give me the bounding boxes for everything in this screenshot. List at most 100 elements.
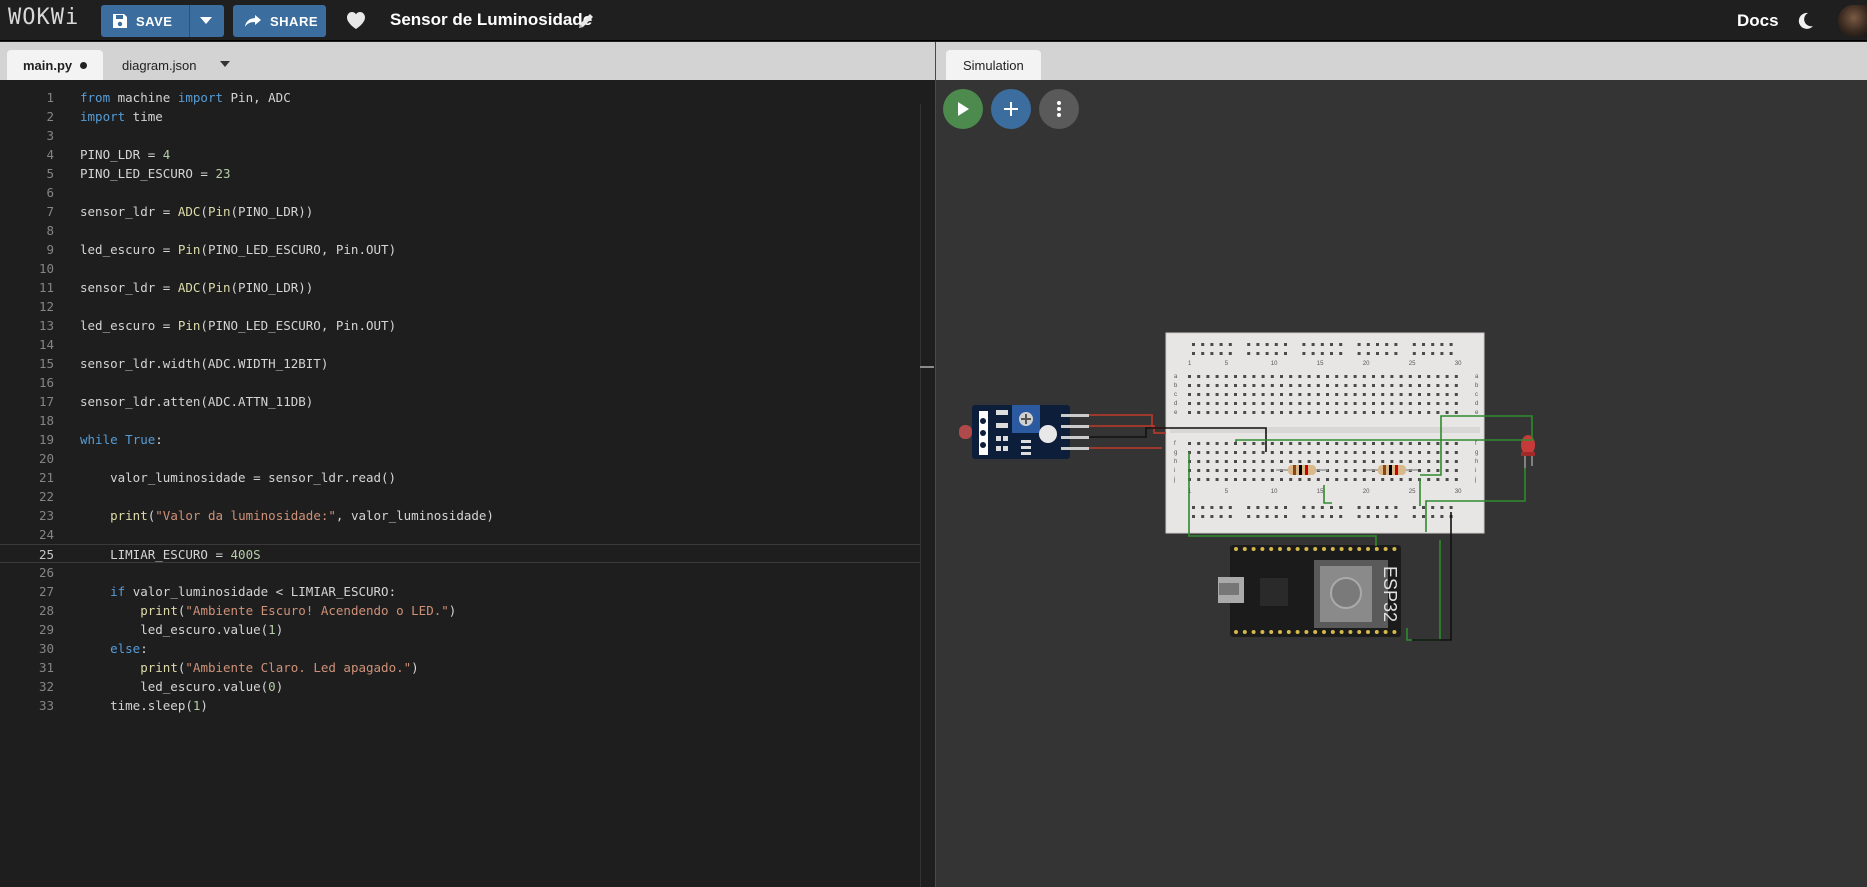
code-line[interactable]: 3 [0,126,920,145]
line-number: 23 [38,508,54,523]
line-number: 15 [38,356,54,371]
code-token: (PINO_LED_ESCURO, Pin.OUT) [200,242,397,257]
code-line[interactable]: 29 led_escuro.value(1) [0,620,920,639]
wokwi-logo[interactable]: WOKWi [8,5,79,30]
code-line[interactable]: 9 led_escuro = Pin(PINO_LED_ESCURO, Pin.O… [0,240,920,259]
code-token: ADC [177,280,201,295]
code-token: led_escuro = [80,318,178,333]
line-number: 8 [46,223,54,238]
tab-simulation[interactable]: Simulation [946,50,1041,80]
code-token: import [177,90,223,105]
scrollbar-position-marker [920,366,934,368]
line-number: 12 [38,299,54,314]
code-line[interactable]: 1 from machine import Pin, ADC [0,88,920,107]
save-button[interactable]: SAVE [101,5,224,37]
line-number: 7 [46,204,54,219]
code-line[interactable]: 7 sensor_ldr = ADC(Pin(PINO_LDR)) [0,202,920,221]
code-token: Pin [177,318,201,333]
line-number: 24 [38,527,54,542]
share-arrow-icon [245,15,261,27]
code-line[interactable]: 24 [0,525,920,544]
code-token: ) [200,698,208,713]
moon-icon[interactable] [1795,11,1815,31]
line-number: 3 [46,128,54,143]
code-line[interactable]: 5 PINO_LED_ESCURO = 23 [0,164,920,183]
code-line[interactable]: 23 print("Valor da luminosidade:", valor… [0,506,920,525]
code-line[interactable]: 17 sensor_ldr.atten(ADC.ATTN_11DB) [0,392,920,411]
code-editor[interactable]: 1 from machine import Pin, ADC 2 import tim… [0,80,935,887]
line-code: print("Ambiente Claro. Led apagado.") [80,658,418,677]
code-line[interactable]: 32 led_escuro.value(0) [0,677,920,696]
code-token: LIMIAR_ESCURO = [80,547,231,562]
code-line[interactable]: 4 PINO_LDR = 4 [0,145,920,164]
code-token: (PINO_LDR)) [230,204,314,219]
code-token: led_escuro.value( [80,622,269,637]
code-line[interactable]: 22 [0,487,920,506]
code-token: led_escuro = [80,242,178,257]
heart-icon[interactable] [345,10,367,30]
code-line[interactable]: 15 sensor_ldr.width(ADC.WIDTH_12BIT) [0,354,920,373]
code-line[interactable]: 6 [0,183,920,202]
tab-main-py[interactable]: main.py [7,50,104,80]
code-token: : [140,641,148,656]
code-line[interactable]: 11 sensor_ldr = ADC(Pin(PINO_LDR)) [0,278,920,297]
breadboard-row-label: h [1174,459,1177,465]
code-line[interactable]: 13 led_escuro = Pin(PINO_LED_ESCURO, Pin.… [0,316,920,335]
code-line[interactable]: 21 valor_luminosidade = sensor_ldr.read(… [0,468,920,487]
line-number: 20 [38,451,54,466]
code-line[interactable]: 12 [0,297,920,316]
line-number: 25 [38,547,54,562]
line-code: while True: [80,430,163,449]
breadboard-column-label: 20 [1363,489,1370,495]
code-line[interactable]: 33 time.sleep(1) [0,696,920,715]
circuit-diagram[interactable]: 1 5 10 15 20 25 301 5 10 15 20 25 30a ab bc cd de ef fg gh h… [936,80,1867,887]
editor-scrollbar[interactable] [920,104,934,887]
code-line[interactable]: 20 [0,449,920,468]
pencil-icon[interactable] [577,12,595,30]
code-line[interactable]: 25 LIMIAR_ESCURO = 400S [0,544,920,563]
line-number: 30 [38,641,54,656]
code-line[interactable]: 14 [0,335,920,354]
code-line[interactable]: 28 print("Ambiente Escuro! Acendendo o L… [0,601,920,620]
code-token: valor_luminosidade < LIMIAR_ESCURO: [125,584,397,599]
docs-link[interactable]: Docs [1737,11,1779,31]
line-number: 14 [38,337,54,352]
line-number: 4 [46,147,54,162]
chevron-down-icon[interactable] [200,17,212,24]
line-code: time.sleep(1) [80,696,208,715]
esp32-chip-label: ESP32 [1380,566,1400,622]
breadboard-column-label: 25 [1409,489,1416,495]
line-number: 22 [38,489,54,504]
code-token: print [110,508,148,523]
code-line[interactable]: 19 while True: [0,430,920,449]
code-line[interactable]: 16 [0,373,920,392]
esp32-board[interactable]: ESP32 [1218,545,1401,637]
code-line[interactable]: 31 print("Ambiente Claro. Led apagado.") [0,658,920,677]
line-code: sensor_ldr = ADC(Pin(PINO_LDR)) [80,202,313,221]
code-line[interactable]: 2 import time [0,107,920,126]
line-code: from machine import Pin, ADC [80,88,291,107]
code-line[interactable]: 8 [0,221,920,240]
code-line[interactable]: 10 [0,259,920,278]
share-button[interactable]: SHARE [233,5,326,37]
line-number: 6 [46,185,54,200]
code-token: led_escuro.value( [80,679,269,694]
ldr-sensor-module[interactable] [959,405,1089,459]
tab-menu-chevron-icon[interactable] [220,61,230,67]
code-token: "Ambiente Claro. Led apagado." [185,660,412,675]
code-line[interactable]: 18 [0,411,920,430]
line-code: if valor_luminosidade < LIMIAR_ESCURO: [80,582,396,601]
line-code: print("Ambiente Escuro! Acendendo o LED.… [80,601,456,620]
code-line[interactable]: 27 if valor_luminosidade < LIMIAR_ESCURO… [0,582,920,601]
code-token: , valor_luminosidade) [335,508,494,523]
line-number: 10 [38,261,54,276]
line-code: print("Valor da luminosidade:", valor_lu… [80,506,494,525]
line-code: sensor_ldr.atten(ADC.ATTN_11DB) [80,392,313,411]
code-line[interactable]: 26 [0,563,920,582]
save-divider [189,5,190,37]
tab-diagram-json[interactable]: diagram.json [106,50,212,80]
breadboard-column-label: 30 [1455,489,1462,495]
code-line[interactable]: 30 else: [0,639,920,658]
avatar[interactable] [1838,5,1867,37]
